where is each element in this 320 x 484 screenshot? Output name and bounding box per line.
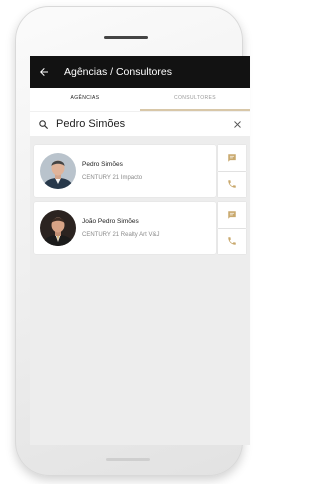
message-button[interactable] [218,145,246,171]
app-bar: Agências / Consultores [30,56,250,88]
tab-indicator [140,109,250,111]
list-item[interactable]: Pedro Simões CENTURY 21 Impacto [34,145,250,197]
list-item[interactable]: João Pedro Simões CENTURY 21 Realty Art … [34,202,250,254]
agency-name: CENTURY 21 Impacto [82,175,143,181]
tab-agencias[interactable]: AGÊNCIAS [30,88,140,111]
search-bar: Pedro Simões [30,111,250,136]
message-button[interactable] [218,202,246,228]
consultant-name: Pedro Simões [82,161,123,168]
tab-consultores[interactable]: CONSULTORES [140,88,250,111]
page-title: Agências / Consultores [64,66,172,78]
result-card-pedro[interactable]: Pedro Simões CENTURY 21 Impacto [34,145,216,197]
results-list: Pedro Simões CENTURY 21 Impacto João Ped… [30,136,250,254]
avatar [40,210,76,246]
phone-home-indicator [106,458,150,461]
contact-actions [218,202,246,254]
message-icon [228,154,236,162]
result-card-joao[interactable]: João Pedro Simões CENTURY 21 Realty Art … [34,202,216,254]
close-icon[interactable] [233,120,242,129]
call-button[interactable] [218,171,246,197]
phone-icon [228,180,236,188]
phone-icon [228,237,236,245]
call-button[interactable] [218,228,246,254]
arrow-left-icon[interactable] [38,66,50,78]
tab-bar: AGÊNCIAS CONSULTORES [30,88,250,111]
agency-name: CENTURY 21 Realty Art V&J [82,232,160,238]
app-screen: Agências / Consultores AGÊNCIAS CONSULTO… [30,56,250,445]
search-icon [39,119,49,129]
phone-speaker [104,36,148,39]
consultant-name: João Pedro Simões [82,218,139,225]
avatar [40,153,76,189]
search-input[interactable]: Pedro Simões [56,118,227,130]
contact-actions [218,145,246,197]
message-icon [228,211,236,219]
